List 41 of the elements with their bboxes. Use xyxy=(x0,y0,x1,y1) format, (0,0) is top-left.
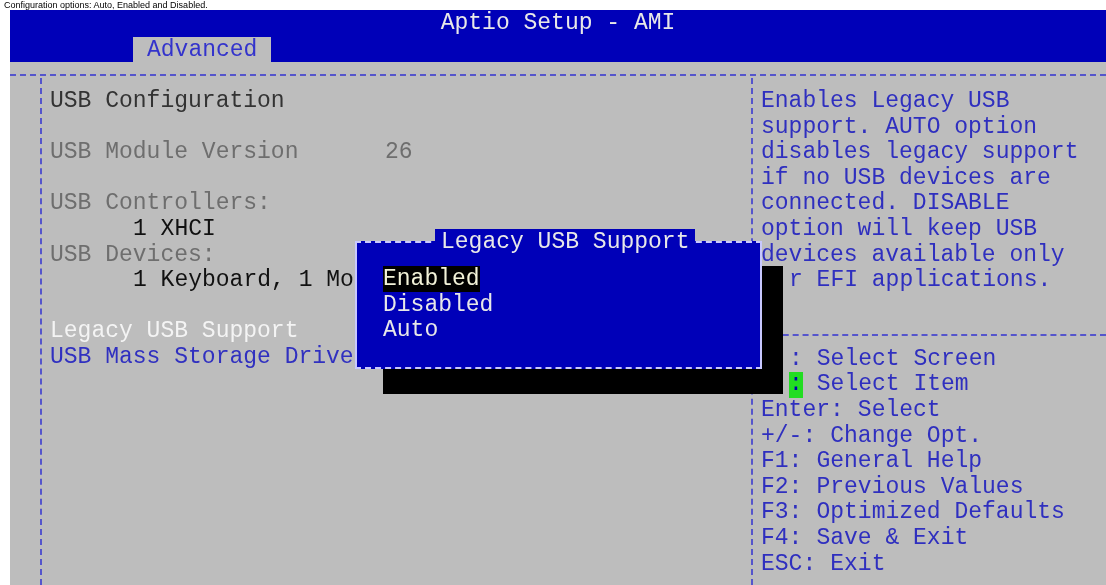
help-text: r EFI applications. xyxy=(788,268,1053,294)
help-text: devices available only xyxy=(761,242,1066,268)
help-text: if no USB devices are xyxy=(761,165,1052,191)
setting-label: USB Devices: xyxy=(50,242,217,268)
key-name: : xyxy=(789,346,803,373)
caption-text: Configuration options: Auto, Enabled and Disabled. xyxy=(3,0,209,10)
key-name: F3: xyxy=(761,500,803,526)
help-text: disables legacy support xyxy=(761,140,1080,166)
key-name: Enter: xyxy=(761,397,844,424)
setting-label: 1 XHCI xyxy=(132,216,216,243)
option-item[interactable]: Auto xyxy=(383,317,439,344)
setting-label: USB Controllers: xyxy=(50,191,272,217)
key-action: Save & Exit xyxy=(816,525,969,552)
key-name: F4: xyxy=(761,525,803,552)
key-action: Select xyxy=(857,397,941,424)
popup-title: Legacy USB Support xyxy=(435,229,696,255)
option-item[interactable]: Enabled xyxy=(383,266,480,292)
help-text: connected. DISABLE xyxy=(761,191,1011,217)
key-action: Select Screen xyxy=(816,346,997,372)
option-item[interactable]: Disabled xyxy=(383,291,494,318)
help-text: Enables Legacy USB xyxy=(761,89,1011,115)
key-action: Previous Values xyxy=(816,474,1024,500)
key-name: F2: xyxy=(761,474,803,501)
key-action: General Help xyxy=(816,449,983,475)
key-name: : xyxy=(789,372,803,398)
key-name: F1: xyxy=(761,449,803,475)
help-text: option will keep USB xyxy=(761,216,1039,243)
setting-label: USB Module Version xyxy=(50,140,300,166)
key-name: ESC: xyxy=(761,551,817,578)
setting-value: 26 xyxy=(385,140,413,166)
key-action: Exit xyxy=(830,551,886,578)
tab[interactable]: Advanced xyxy=(133,37,272,62)
key-action: Select Item xyxy=(816,372,969,398)
key-name: +/-: xyxy=(761,423,817,450)
window-title: Aptio Setup - AMI xyxy=(439,10,677,36)
setting-label: 1 Keyboard, 1 Mo xyxy=(132,268,354,294)
help-text: support. AUTO option xyxy=(761,114,1039,140)
key-action: Optimized Defaults xyxy=(816,500,1065,526)
key-action: Change Opt. xyxy=(830,423,983,449)
menu-item[interactable]: USB Mass Storage Drive xyxy=(50,344,354,371)
setting-label: USB Configuration xyxy=(50,89,285,115)
